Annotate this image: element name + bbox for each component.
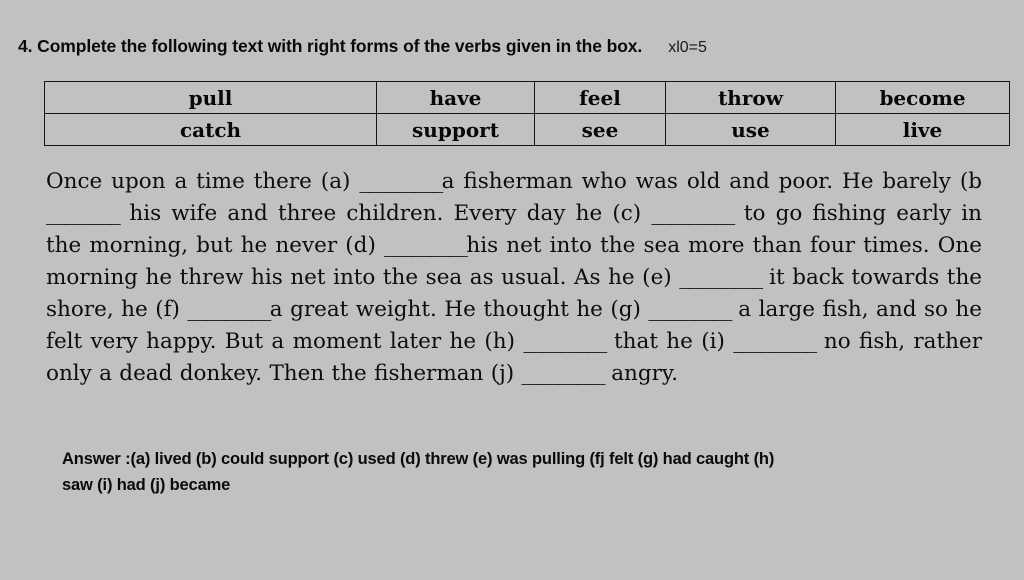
blank-i[interactable]: _________	[733, 329, 817, 354]
word-cell-support: support	[376, 113, 535, 146]
blank-b[interactable]: ________	[46, 201, 121, 226]
passage-text-9: that he (i)	[605, 329, 734, 354]
answer-key-line-2: saw (i) had (j) became	[62, 476, 231, 494]
worksheet-page: 4. Complete the following text with righ…	[0, 0, 1024, 580]
blank-d[interactable]: _________	[384, 233, 468, 258]
word-cell-pull: pull	[44, 81, 377, 114]
passage-text-3: his wife and three children. Every day h…	[119, 201, 652, 226]
word-cell-throw: throw	[665, 81, 836, 114]
word-cell-see: see	[534, 113, 666, 146]
passage-text-2: a fisherman who was old and poor. He bar…	[441, 169, 982, 194]
table-row: pull have feel throw become	[44, 81, 1010, 114]
question-heading: 4. Complete the following text with righ…	[18, 36, 1008, 57]
cloze-passage: Once upon a time there (a) _________a fi…	[46, 166, 982, 390]
verb-word-box: pull have feel throw become catch suppor…	[44, 81, 1010, 146]
answer-key-line-1: Answer :(a) lived (b) could support (c) …	[62, 450, 775, 468]
blank-j[interactable]: _________	[522, 361, 606, 386]
word-cell-have: have	[376, 81, 535, 114]
blank-f[interactable]: _________	[187, 297, 271, 322]
word-cell-catch: catch	[44, 113, 377, 146]
word-cell-feel: feel	[534, 81, 666, 114]
blank-c[interactable]: _________	[651, 201, 735, 226]
blank-g[interactable]: _________	[648, 297, 732, 322]
blank-e[interactable]: _________	[679, 265, 763, 290]
table-row: catch support see use live	[44, 113, 1010, 146]
answer-key: Answer :(a) lived (b) could support (c) …	[62, 446, 962, 498]
blank-a[interactable]: _________	[359, 169, 443, 194]
word-cell-use: use	[665, 113, 836, 146]
question-marks: xl0=5	[668, 39, 707, 56]
question-heading-text: 4. Complete the following text with righ…	[18, 36, 643, 56]
passage-text-11: angry.	[603, 361, 679, 386]
word-cell-become: become	[835, 81, 1010, 114]
blank-h[interactable]: _________	[523, 329, 607, 354]
passage-text-1: Once upon a time there (a)	[46, 169, 360, 194]
passage-text-7: a great weight. He thought he (g)	[269, 297, 649, 322]
word-cell-live: live	[835, 113, 1010, 146]
